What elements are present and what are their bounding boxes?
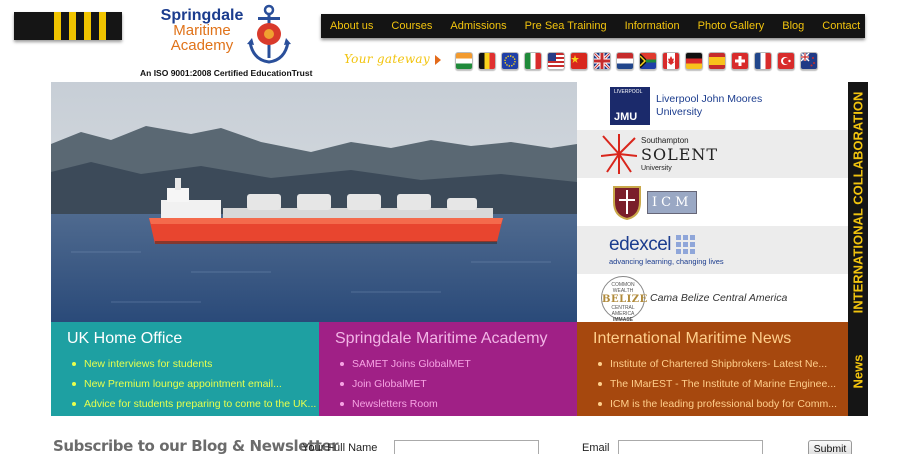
netherlands-flag[interactable] (616, 52, 634, 70)
ljmu-name-line1: Liverpool John Moores (656, 93, 763, 105)
nav-pre-sea-training[interactable]: Pre Sea Training (516, 20, 616, 32)
hero-ship-photo (51, 82, 577, 322)
gateway-arrow-icon (435, 55, 441, 65)
nav-information[interactable]: Information (616, 20, 689, 32)
nav-admissions[interactable]: Admissions (441, 20, 515, 32)
news-label-wrap: News (848, 326, 868, 416)
full-name-input[interactable] (394, 440, 539, 454)
solent-name-line1: Southampton (641, 135, 689, 145)
edexcel-tagline: advancing learning, changing lives (609, 257, 724, 266)
news-item[interactable]: New Premium lounge appointment email... (67, 374, 319, 394)
turkey-flag[interactable] (777, 52, 795, 70)
academy-logo[interactable]: Springdale Maritime Academy An ISO 9001:… (137, 4, 312, 80)
solent-name-line3: University (641, 164, 672, 172)
country-flags (455, 52, 818, 70)
italy-flag[interactable] (524, 52, 542, 70)
solent-name-line2: SOLENT (641, 144, 719, 164)
nav-photo-gallery[interactable]: Photo Gallery (689, 20, 774, 32)
germany-flag[interactable] (685, 52, 703, 70)
partner-edexcel[interactable]: edexcel advancing learning, changing liv… (577, 226, 848, 274)
nav-about-us[interactable]: About us (321, 20, 382, 32)
usa-flag[interactable] (547, 52, 565, 70)
switzerland-flag[interactable] (731, 52, 749, 70)
international-maritime-news-box: International Maritime News Institute of… (577, 322, 848, 416)
uk-flag[interactable] (593, 52, 611, 70)
email-input[interactable] (618, 440, 763, 454)
decorative-stripes (14, 12, 122, 40)
gateway-label: Your gateway (344, 52, 430, 66)
news-list: Institute of Chartered Shipbrokers- Late… (593, 354, 848, 414)
full-name-label: Your Full Name (302, 442, 378, 454)
partner-ljmu[interactable]: LIVERPOOL JMU Liverpool John Moores Univ… (577, 82, 848, 130)
india-flag[interactable] (455, 52, 473, 70)
news-list: New interviews for students New Premium … (67, 354, 319, 414)
partner-cama-belize[interactable]: COMMON WEALTH BELIZE CENTRAL AMERICA IMM… (577, 274, 848, 323)
china-flag[interactable] (570, 52, 588, 70)
edexcel-grid-icon (676, 235, 695, 254)
south-africa-flag[interactable] (639, 52, 657, 70)
nav-contact[interactable]: Contact (813, 20, 869, 32)
ljmu-logo-icon: LIVERPOOL JMU (610, 87, 650, 125)
belgium-flag[interactable] (478, 52, 496, 70)
news-item[interactable]: Join GlobalMET (335, 374, 577, 394)
belize-seal-mid: CENTRAL AMERICA (611, 305, 635, 317)
france-flag[interactable] (754, 52, 772, 70)
subscribe-title: Subscribe to our Blog & Newsletter (53, 437, 339, 454)
anchor-emblem-icon (247, 4, 291, 64)
edexcel-name: edexcel (609, 234, 672, 255)
news-list: SAMET Joins GlobalMET Join GlobalMET New… (335, 354, 577, 414)
ljmu-abbr: JMU (614, 111, 638, 123)
partner-logos: LIVERPOOL JMU Liverpool John Moores Univ… (577, 82, 848, 323)
nav-blog[interactable]: Blog (773, 20, 813, 32)
news-item[interactable]: Institute of Chartered Shipbrokers- Late… (593, 354, 843, 374)
logo-name-line1: Springdale (160, 7, 244, 24)
news-item[interactable]: SAMET Joins GlobalMET (335, 354, 577, 374)
springdale-news-box: Springdale Maritime Academy SAMET Joins … (319, 322, 577, 416)
ljmu-name-line2: University (656, 106, 703, 118)
iso-tagline: An ISO 9001:2008 Certified EducationTrus… (140, 68, 313, 78)
solent-burst-icon (601, 134, 637, 174)
logo-name-line3: Academy (170, 37, 234, 54)
partner-solent[interactable]: Southampton SOLENT University (577, 130, 848, 178)
box-title[interactable]: International Maritime News (593, 330, 848, 348)
news-item[interactable]: ICM is the leading professional body for… (593, 394, 843, 414)
belize-seal-top: COMMON WEALTH (611, 282, 635, 294)
new-zealand-flag[interactable] (800, 52, 818, 70)
news-item[interactable]: Newsletters Room (335, 394, 577, 414)
icm-crest-icon (613, 186, 641, 220)
box-title[interactable]: UK Home Office (67, 330, 319, 348)
collaboration-label-wrap: INTERNATIONAL COLLABORATION (848, 82, 868, 322)
email-label: Email (582, 442, 610, 454)
solent-name: Southampton SOLENT University (641, 135, 718, 174)
spain-flag[interactable] (708, 52, 726, 70)
logo-name-line2: Maritime (173, 22, 231, 39)
belize-seal-word: BELIZE (602, 294, 648, 305)
icm-name: ICM (647, 190, 698, 214)
main-nav: About us Courses Admissions Pre Sea Trai… (321, 14, 865, 38)
news-item[interactable]: The IMarEST - The Institute of Marine En… (593, 374, 843, 394)
collaboration-label: INTERNATIONAL COLLABORATION (850, 91, 866, 313)
box-title[interactable]: Springdale Maritime Academy (335, 330, 577, 348)
vertical-sidebar: INTERNATIONAL COLLABORATION News (848, 82, 868, 416)
uk-home-office-box: UK Home Office New interviews for studen… (51, 322, 319, 416)
partner-icm[interactable]: ICM (577, 178, 848, 226)
news-label: News (850, 354, 866, 388)
submit-button[interactable]: Submit (808, 440, 852, 454)
ljmu-name: Liverpool John Moores University (656, 93, 762, 119)
eu-flag[interactable] (501, 52, 519, 70)
canada-flag[interactable] (662, 52, 680, 70)
belize-seal-icon: COMMON WEALTH BELIZE CENTRAL AMERICA IMM… (601, 276, 648, 323)
ljmu-small-text: LIVERPOOL (614, 89, 643, 95)
cama-name: Cama Belize Central America (650, 292, 788, 304)
edexcel-logo: edexcel advancing learning, changing liv… (609, 234, 724, 266)
nav-courses[interactable]: Courses (382, 20, 441, 32)
news-item[interactable]: New interviews for students (67, 354, 319, 374)
news-item[interactable]: Advice for students preparing to come to… (67, 394, 319, 414)
logo-text: Springdale Maritime Academy (147, 7, 257, 54)
